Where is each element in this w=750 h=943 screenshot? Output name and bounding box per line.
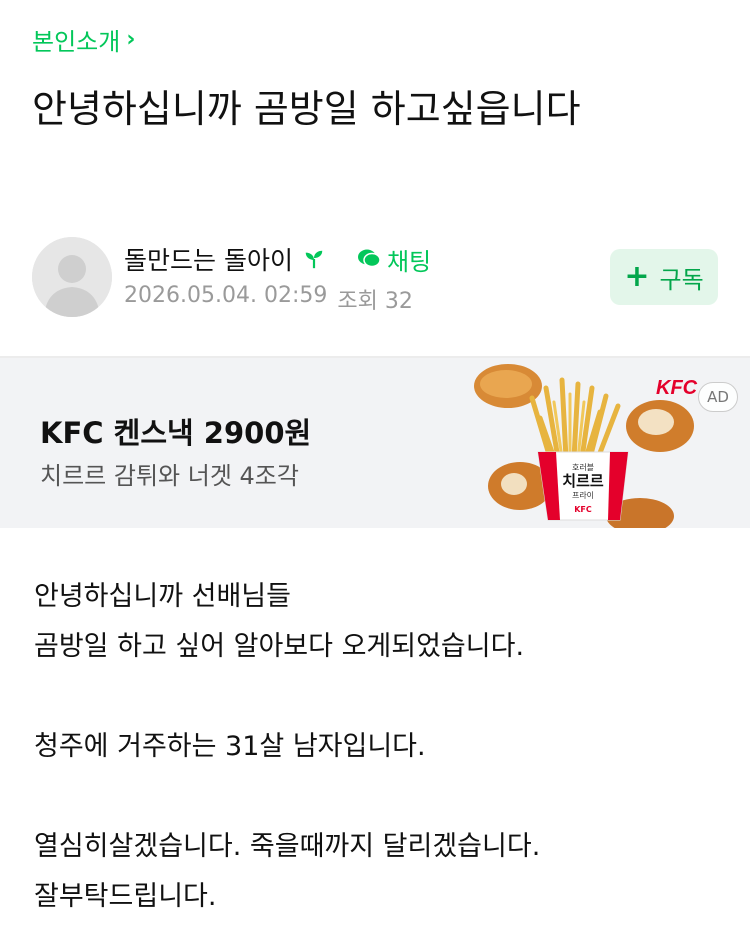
avatar-placeholder-icon <box>32 237 112 317</box>
chevron-right-icon: › <box>126 26 136 52</box>
body-line: 열심히살겠습니다. 죽을때까지 달리겠습니다. <box>34 831 541 862</box>
body-line <box>34 672 724 722</box>
post-date: 2026.05.04. 02:59 <box>124 283 328 308</box>
subscribe-button[interactable]: + 구독 <box>610 249 718 305</box>
chat-button[interactable]: 채팅 <box>357 242 431 277</box>
subscribe-label: 구독 <box>659 265 704 294</box>
post-title: 안녕하십니까 곰방일 하고싶읍니다 <box>32 87 581 131</box>
board-link[interactable]: 본인소개 › <box>32 22 135 57</box>
body-line <box>34 772 724 822</box>
ad-brand-logo: KFC <box>656 377 698 399</box>
ad-badge[interactable]: AD <box>698 382 738 412</box>
plus-icon: + <box>624 259 650 294</box>
sprout-icon <box>305 250 323 269</box>
avatar[interactable] <box>32 237 112 317</box>
body-line: 안녕하십니까 선배님들 <box>34 581 291 612</box>
body-line: 잘부탁드립니다. <box>34 881 217 912</box>
author-nickname[interactable]: 돌만드는 돌아이 <box>124 241 293 277</box>
ad-banner[interactable]: KFC 켄스낵 2900원 치르르 감튀와 너겟 4조각 호러블 치르르 프라이… <box>0 358 750 528</box>
view-count: 조회 32 <box>337 289 413 314</box>
box-brand: KFC <box>574 505 592 514</box>
chat-label: 채팅 <box>386 247 432 276</box>
body-line: 청주에 거주하는 31살 남자입니다. <box>34 731 426 762</box>
board-label: 본인소개 <box>32 28 121 56</box>
box-text-2: 치르르 <box>562 472 604 490</box>
body-line: 곰방일 하고 싶어 알아보다 오게되었습니다. <box>34 631 525 662</box>
author-section: 돌만드는 돌아이 채팅 2026.05.04. 02:59 조회 32 + 구독 <box>32 237 722 317</box>
post-body: 안녕하십니까 선배님들 곰방일 하고 싶어 알아보다 오게되었습니다. 청주에 … <box>34 572 724 922</box>
box-text-1: 호러블 <box>572 462 594 472</box>
ad-title: KFC 켄스낵 2900원 <box>40 416 312 450</box>
ad-subtitle: 치르르 감튀와 너겟 4조각 <box>40 462 299 490</box>
box-text-3: 프라이 <box>572 490 594 500</box>
chat-bubble-icon <box>357 249 381 268</box>
